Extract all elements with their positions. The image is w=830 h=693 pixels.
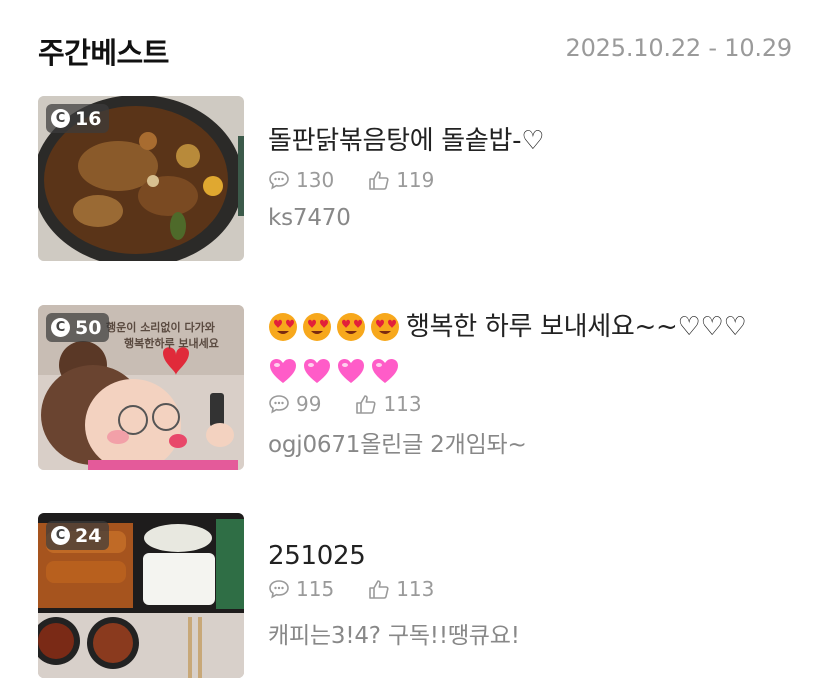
list-item[interactable]: C 16 돌판닭볶음탕에 돌솥밥-♡ 130 119 ks7470 [38,96,792,261]
pink-heart-icon [304,359,330,383]
post-stats: 130 119 [268,165,792,195]
rank-badge: C 24 [46,521,110,550]
comment-bubble-icon [269,395,289,414]
pink-heart-icon [270,359,296,383]
pink-hearts-row [268,357,792,385]
comment-bubble-icon [269,171,289,190]
thumbnail[interactable]: 행운이 소리없이 다가와 행복한하루 보내세요 C 50 [38,305,244,470]
heart-eyes-emoji-icon [269,313,297,341]
chat-badge-icon: C [51,109,70,128]
like-count: 113 [396,577,435,601]
heart-eyes-emoji-icon [303,313,331,341]
page-title: 주간베스트 [38,36,169,70]
like-count: 119 [396,168,435,192]
thumb-caption: 행복한하루 보내세요 [124,337,219,350]
chat-badge-icon: C [51,318,70,337]
pink-heart-icon [338,359,364,383]
chat-badge-icon: C [51,526,70,545]
post-stats: 99 113 [268,389,792,419]
rank-badge: C 16 [46,104,110,133]
list-item[interactable]: C 24 251025 115 113 캐피는3!4? 구독!!땡큐요! [38,513,792,678]
date-range: 2025.10.22 - 10.29 [565,34,793,62]
pink-heart-icon [372,359,398,383]
author-name[interactable]: ks7470 [268,205,792,231]
thumbs-up-icon [369,580,389,599]
rank-badge: C 50 [46,313,110,342]
thumbnail[interactable]: C 16 [38,96,244,261]
thumbnail[interactable]: C 24 [38,513,244,678]
like-count: 113 [383,392,422,416]
thumb-caption: 행운이 소리없이 다가와 [106,321,215,334]
weekly-best-header: 주간베스트 2025.10.22 - 10.29 [38,30,792,70]
post-title[interactable]: 돌판닭볶음탕에 돌솥밥-♡ [268,123,792,159]
comment-count: 130 [296,168,335,192]
thumbs-up-icon [369,171,389,190]
post-title[interactable]: 행복한 하루 보내세요~~♡♡♡ [268,309,792,345]
list-item[interactable]: 행운이 소리없이 다가와 행복한하루 보내세요 C 50 행복한 하루 보내세요… [38,305,792,470]
heart-eyes-emoji-icon [337,313,365,341]
thumbs-up-icon [356,395,377,414]
heart-eyes-emoji-icon [371,313,399,341]
author-name[interactable]: 캐피는3!4? 구독!!땡큐요! [268,616,792,650]
post-stats: 115 113 [268,574,792,604]
author-name[interactable]: ogj0671올린글 2개임돠~ [268,425,792,459]
comment-count: 115 [296,577,335,601]
post-title[interactable]: 251025 [268,538,792,574]
comment-count: 99 [296,392,322,416]
comment-bubble-icon [269,580,289,599]
